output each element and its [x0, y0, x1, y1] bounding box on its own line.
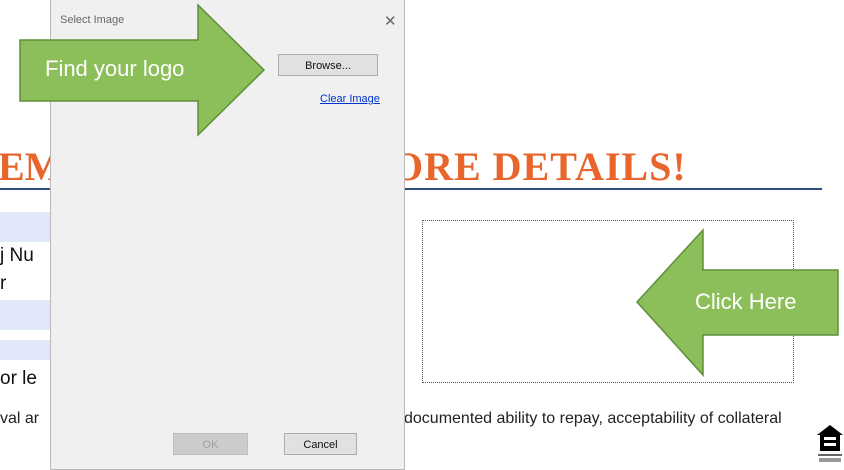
find-logo-callout-text: Find your logo: [45, 56, 185, 81]
click-here-callout-text: Click Here: [695, 289, 797, 314]
